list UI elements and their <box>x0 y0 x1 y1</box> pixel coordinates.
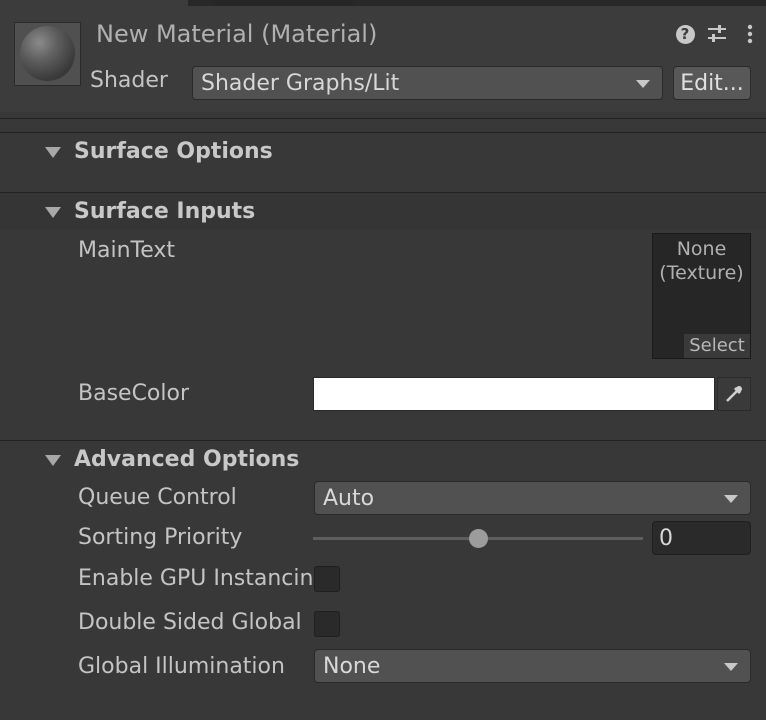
texture-select-button[interactable]: Select <box>684 334 750 358</box>
queue-control-label: Queue Control <box>78 485 237 510</box>
foldout-surface-options[interactable]: Surface Options <box>0 133 766 171</box>
texture-type-text: (Texture) <box>659 262 744 284</box>
chevron-down-icon <box>724 663 738 671</box>
foldout-surface-inputs[interactable]: Surface Inputs <box>0 193 766 229</box>
double-sided-gi-label: Double Sided Global Illumination <box>78 610 307 635</box>
chevron-down-icon <box>724 495 738 503</box>
material-sphere-icon <box>20 26 75 81</box>
kebab-menu-icon[interactable] <box>738 22 762 46</box>
queue-control-value: Auto <box>323 485 375 511</box>
section-title: Surface Inputs <box>74 199 256 224</box>
material-title: New Material (Material) <box>96 20 378 48</box>
base-color-field[interactable] <box>313 377 715 411</box>
gpu-instancing-label: Enable GPU Instancing <box>78 566 312 591</box>
queue-control-dropdown[interactable]: Auto <box>314 481 751 515</box>
shader-dropdown[interactable]: Shader Graphs/Lit <box>192 66 663 100</box>
sorting-priority-label: Sorting Priority <box>78 525 243 550</box>
edit-shader-button[interactable]: Edit... <box>673 66 751 100</box>
chevron-down-icon <box>636 80 650 88</box>
slider-handle[interactable] <box>468 529 488 548</box>
section-title: Surface Options <box>74 139 273 164</box>
base-color-label: BaseColor <box>78 381 190 406</box>
material-preview-thumbnail <box>14 22 81 86</box>
foldout-advanced-options[interactable]: Advanced Options <box>0 441 766 479</box>
gpu-instancing-checkbox[interactable] <box>314 566 340 592</box>
section-title: Advanced Options <box>74 447 300 472</box>
shader-label: Shader <box>90 68 168 93</box>
eyedropper-icon[interactable] <box>717 377 751 411</box>
texture-none-text: None <box>676 238 727 260</box>
help-icon[interactable]: ? <box>673 22 697 46</box>
sorting-priority-field[interactable]: 0 <box>652 521 751 555</box>
texture-slot[interactable]: None (Texture) Select <box>652 233 751 359</box>
preset-settings-icon[interactable] <box>705 22 729 46</box>
global-illumination-value: None <box>323 653 381 679</box>
divider <box>0 118 766 119</box>
double-sided-gi-checkbox[interactable] <box>314 611 340 637</box>
triangle-down-icon <box>45 455 61 466</box>
global-illumination-dropdown[interactable]: None <box>314 649 751 683</box>
global-illumination-label: Global Illumination <box>78 654 285 679</box>
triangle-down-icon <box>45 147 61 158</box>
triangle-down-icon <box>45 207 61 218</box>
main-text-label: MainText <box>78 238 176 263</box>
shader-value: Shader Graphs/Lit <box>201 70 400 96</box>
